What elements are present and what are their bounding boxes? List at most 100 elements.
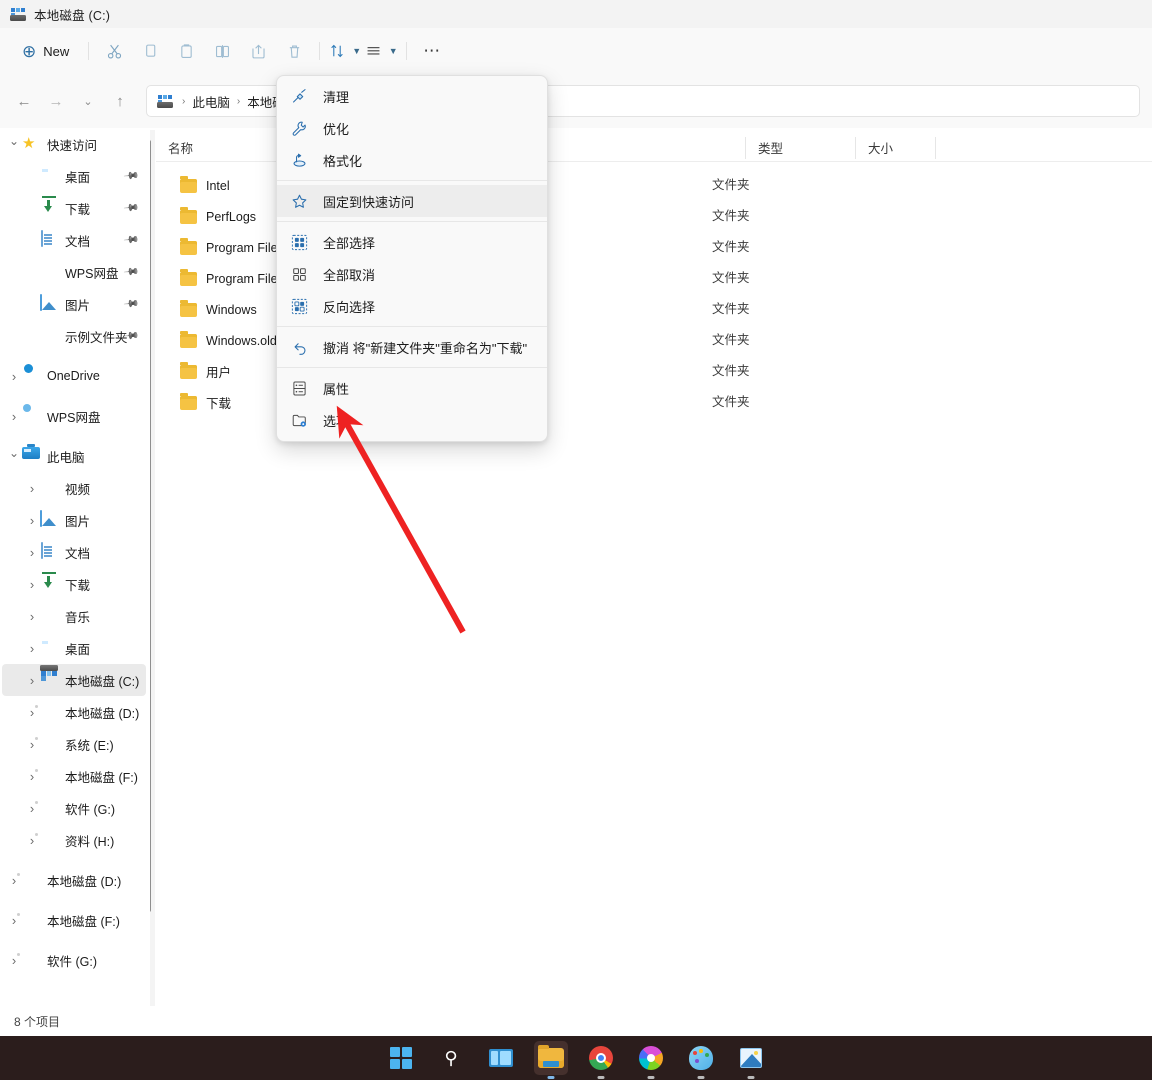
share-button[interactable] bbox=[240, 35, 276, 67]
folder-icon bbox=[180, 396, 197, 410]
chevron-right-icon[interactable] bbox=[24, 578, 40, 591]
sidebar-item-label: 此电脑 bbox=[47, 447, 85, 466]
file-type-cell: 文件夹 bbox=[712, 387, 822, 418]
sort-button[interactable]: ▼ bbox=[327, 35, 363, 67]
taskbar-search-button[interactable]: ⚲ bbox=[434, 1041, 468, 1075]
running-indicator-photos bbox=[748, 1076, 755, 1079]
properties-icon bbox=[289, 378, 309, 398]
pin-icon[interactable]: 📌 bbox=[122, 264, 139, 280]
menu-item-label: 固定到快速访问 bbox=[323, 192, 414, 211]
menu-item-options-folder[interactable]: 选项 bbox=[277, 404, 547, 436]
chevron-right-icon[interactable] bbox=[6, 370, 22, 383]
task-view-icon bbox=[489, 1049, 513, 1067]
sidebar-item-14[interactable]: 音乐 bbox=[2, 600, 146, 632]
pin-icon[interactable]: 📌 bbox=[122, 296, 139, 312]
taskbar-chrome-canary-button[interactable] bbox=[634, 1041, 668, 1075]
sidebar-item-23[interactable]: 本地磁盘 (F:) bbox=[2, 904, 146, 936]
column-header-size[interactable]: 大小 bbox=[856, 137, 936, 159]
sidebar-item-label: 文档 bbox=[65, 543, 90, 562]
taskbar-photos-button[interactable] bbox=[734, 1041, 768, 1075]
menu-item-select-none[interactable]: 全部取消 bbox=[277, 258, 547, 290]
sidebar-item-7[interactable]: OneDrive bbox=[2, 360, 146, 392]
forward-button[interactable]: → bbox=[40, 85, 72, 117]
menu-item-invert-selection[interactable]: 反向选择 bbox=[277, 290, 547, 322]
folder-icon bbox=[40, 327, 58, 345]
taskbar-start-button[interactable] bbox=[384, 1041, 418, 1075]
taskbar-chrome-button[interactable] bbox=[584, 1041, 618, 1075]
chevron-right-icon[interactable] bbox=[24, 610, 40, 623]
chevron-right-icon[interactable] bbox=[24, 514, 40, 527]
sidebar-item-17[interactable]: 本地磁盘 (D:) bbox=[2, 696, 146, 728]
sidebar-item-5[interactable]: 图片📌 bbox=[2, 288, 146, 320]
rename-button[interactable] bbox=[204, 35, 240, 67]
view-button[interactable]: ▼ bbox=[363, 35, 399, 67]
chevron-down-icon[interactable] bbox=[6, 450, 22, 462]
sidebar-item-15[interactable]: 桌面 bbox=[2, 632, 146, 664]
taskbar-file-explorer-button[interactable] bbox=[534, 1041, 568, 1075]
chevron-right-icon[interactable] bbox=[24, 642, 40, 655]
sidebar-item-21[interactable]: 资料 (H:) bbox=[2, 824, 146, 856]
recent-locations-button[interactable]: ⌄ bbox=[72, 85, 104, 117]
sidebar-item-4[interactable]: WPS网盘📌 bbox=[2, 256, 146, 288]
sidebar-item-3[interactable]: 文档📌 bbox=[2, 224, 146, 256]
download-icon bbox=[40, 575, 58, 593]
running-indicator-chrome bbox=[598, 1076, 605, 1079]
sidebar-item-label: OneDrive bbox=[47, 369, 100, 383]
sidebar-item-1[interactable]: 桌面📌 bbox=[2, 160, 146, 192]
chevron-down-icon[interactable] bbox=[6, 138, 22, 150]
sidebar-item-16[interactable]: 本地磁盘 (C:) bbox=[2, 664, 146, 696]
taskbar-task-view-button[interactable] bbox=[484, 1041, 518, 1075]
back-button[interactable]: ← bbox=[8, 85, 40, 117]
sidebar-item-20[interactable]: 软件 (G:) bbox=[2, 792, 146, 824]
menu-item-properties[interactable]: 属性 bbox=[277, 372, 547, 404]
breadcrumb-item-this-pc[interactable]: 此电脑 bbox=[192, 92, 230, 111]
sidebar-item-9[interactable]: 此电脑 bbox=[2, 440, 146, 472]
paste-button[interactable] bbox=[168, 35, 204, 67]
menu-item-label: 选项 bbox=[323, 411, 349, 430]
pin-icon[interactable]: 📌 bbox=[122, 200, 139, 216]
column-header-date[interactable]: 修改日期 bbox=[536, 137, 746, 159]
drive-icon bbox=[22, 951, 40, 969]
menu-item-select-all[interactable]: 全部选择 bbox=[277, 226, 547, 258]
file-type-cell: 文件夹 bbox=[712, 170, 822, 201]
menu-item-broom[interactable]: 清理 bbox=[277, 80, 547, 112]
file-name-label: Intel bbox=[206, 179, 230, 193]
delete-button[interactable] bbox=[276, 35, 312, 67]
taskbar-paint-button[interactable] bbox=[684, 1041, 718, 1075]
more-options-button[interactable]: ⋯ bbox=[414, 35, 450, 67]
sidebar-item-2[interactable]: 下载📌 bbox=[2, 192, 146, 224]
chevron-right-icon[interactable] bbox=[24, 546, 40, 559]
format-disk-icon bbox=[289, 150, 309, 170]
sidebar-item-11[interactable]: 图片 bbox=[2, 504, 146, 536]
new-button[interactable]: ⊕ New bbox=[14, 35, 81, 67]
menu-item-star-outline[interactable]: 固定到快速访问 bbox=[277, 185, 547, 217]
sidebar-item-19[interactable]: 本地磁盘 (F:) bbox=[2, 760, 146, 792]
chevron-right-icon[interactable] bbox=[24, 674, 40, 687]
folder-icon bbox=[180, 303, 197, 317]
file-explorer-icon bbox=[538, 1048, 564, 1068]
sidebar-item-18[interactable]: 系统 (E:) bbox=[2, 728, 146, 760]
context-menu[interactable]: 清理优化格式化固定到快速访问全部选择全部取消反向选择撤消 将"新建文件夹"重命名… bbox=[276, 75, 548, 442]
sidebar-item-13[interactable]: 下载 bbox=[2, 568, 146, 600]
up-button[interactable]: ↑ bbox=[104, 85, 136, 117]
sidebar-item-6[interactable]: 示例文件夹📌 bbox=[2, 320, 146, 352]
sidebar-item-22[interactable]: 本地磁盘 (D:) bbox=[2, 864, 146, 896]
sidebar-item-0[interactable]: ★快速访问 bbox=[2, 128, 146, 160]
copy-button[interactable] bbox=[132, 35, 168, 67]
chevron-right-icon[interactable] bbox=[6, 410, 22, 423]
menu-item-label: 优化 bbox=[323, 119, 349, 138]
column-header-type[interactable]: 类型 bbox=[746, 137, 856, 159]
cut-button[interactable] bbox=[96, 35, 132, 67]
chevron-right-icon[interactable] bbox=[24, 482, 40, 495]
sidebar-item-12[interactable]: 文档 bbox=[2, 536, 146, 568]
menu-item-format-disk[interactable]: 格式化 bbox=[277, 144, 547, 176]
sidebar-item-10[interactable]: 视频 bbox=[2, 472, 146, 504]
menu-item-wrench[interactable]: 优化 bbox=[277, 112, 547, 144]
pin-icon[interactable]: 📌 bbox=[122, 232, 139, 248]
menu-item-undo[interactable]: 撤消 将"新建文件夹"重命名为"下载" bbox=[277, 331, 547, 363]
sidebar-item-24[interactable]: 软件 (G:) bbox=[2, 944, 146, 976]
chevron-down-icon: ▼ bbox=[352, 46, 361, 56]
pin-icon[interactable]: 📌 bbox=[122, 168, 139, 184]
sidebar-item-8[interactable]: WPS网盘 bbox=[2, 400, 146, 432]
window-title-bar: 本地磁盘 (C:) bbox=[0, 0, 1152, 28]
